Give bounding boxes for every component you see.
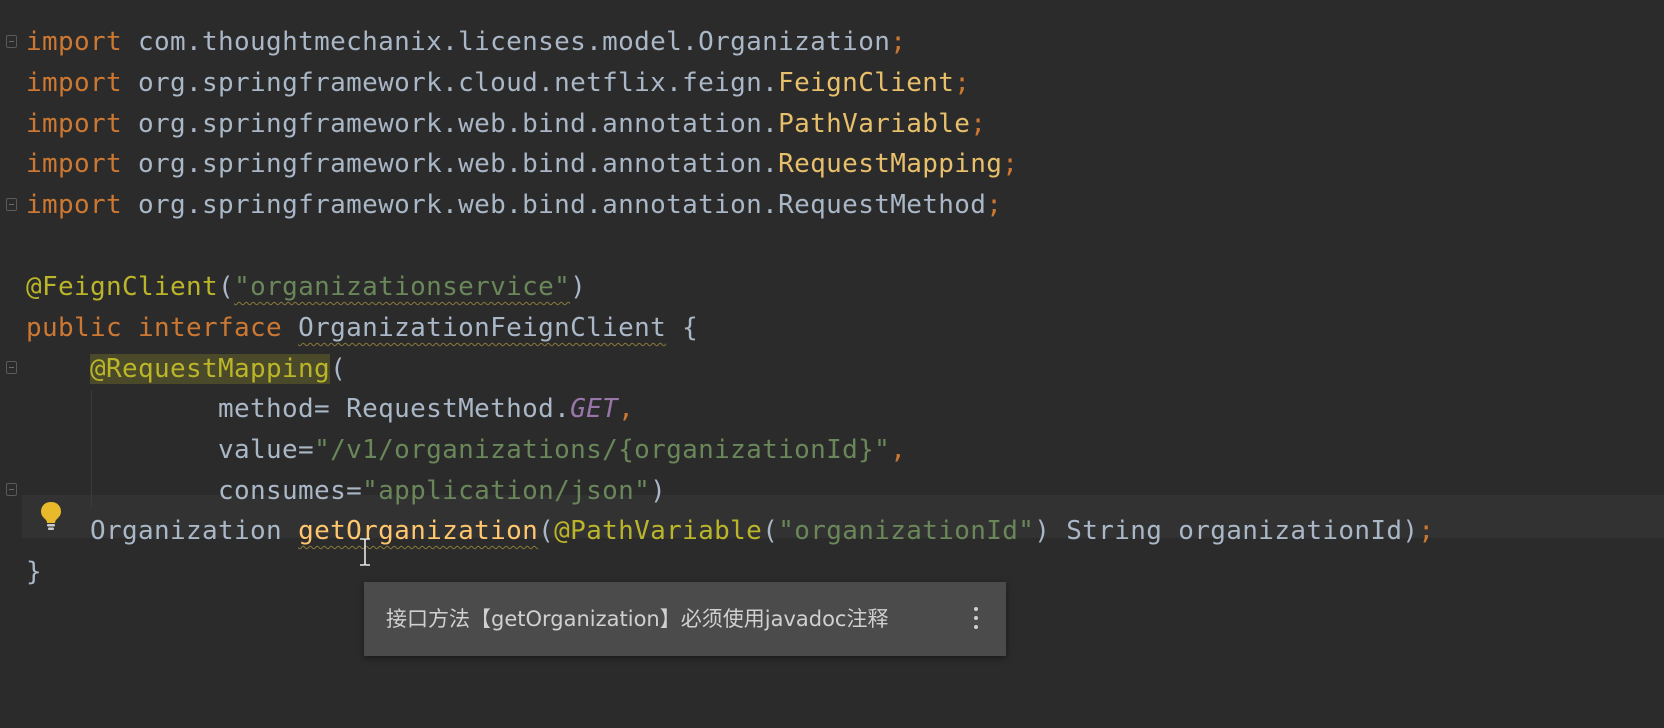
code-token: ) String organizationId) — [1034, 516, 1419, 546]
code-line[interactable]: import org.springframework.cloud.netflix… — [26, 62, 970, 105]
code-token: org.springframework.cloud.netflix.feign. — [122, 68, 779, 98]
code-token: import — [26, 68, 123, 98]
code-token: ; — [954, 68, 971, 98]
code-line[interactable]: } — [26, 551, 42, 594]
code-line[interactable]: import com.thoughtmechanix.licenses.mode… — [26, 21, 906, 64]
tooltip-message: 接口方法【getOrganization】必须使用javadoc注释 — [386, 607, 889, 631]
code-token: value= — [26, 435, 315, 465]
code-line[interactable]: import org.springframework.web.bind.anno… — [26, 184, 1002, 227]
code-token: method= RequestMethod. — [26, 394, 571, 424]
editor-gutter — [0, 0, 22, 728]
code-token: ; — [890, 27, 907, 57]
fold-marker-icon[interactable] — [6, 361, 17, 374]
code-token: ; — [1002, 149, 1019, 179]
fold-marker-icon[interactable] — [6, 35, 17, 48]
code-token: RequestMethod — [778, 190, 987, 220]
code-token: import — [26, 109, 123, 139]
fold-marker-icon[interactable] — [6, 483, 17, 496]
code-token: "/v1/organizations/{organizationId}" — [314, 435, 891, 465]
code-token: "organizationId" — [778, 516, 1035, 546]
code-token: consumes= — [26, 476, 363, 506]
code-token: @FeignClient — [26, 272, 219, 302]
code-token: ) — [570, 272, 587, 302]
code-line[interactable]: @FeignClient("organizationservice") — [26, 266, 586, 309]
code-token: GET — [570, 394, 619, 424]
code-line[interactable]: Organization getOrganization(@PathVariab… — [26, 510, 1434, 553]
code-token: { — [666, 313, 699, 343]
code-token: import — [26, 190, 123, 220]
code-token: Organization — [698, 27, 891, 57]
code-token: , — [618, 394, 635, 424]
code-token: ( — [218, 272, 235, 302]
code-line[interactable]: @RequestMapping( — [26, 348, 346, 391]
code-token: import — [26, 149, 123, 179]
code-token: ) — [650, 476, 667, 506]
code-token: PathVariable — [778, 109, 971, 139]
code-token: @RequestMapping — [90, 354, 331, 384]
code-line[interactable]: consumes="application/json") — [26, 470, 666, 513]
code-token: "application/json" — [362, 476, 651, 506]
code-token: ; — [986, 190, 1003, 220]
code-line[interactable]: import org.springframework.web.bind.anno… — [26, 103, 986, 146]
code-token: org.springframework.web.bind.annotation. — [122, 149, 779, 179]
code-token: Organization — [26, 516, 299, 546]
code-token: @PathVariable — [554, 516, 763, 546]
code-token: public interface — [26, 313, 299, 343]
code-token: com.thoughtmechanix.licenses.model. — [122, 27, 699, 57]
code-token: OrganizationFeignClient — [298, 313, 667, 343]
code-line[interactable]: import org.springframework.web.bind.anno… — [26, 143, 1018, 186]
code-token: org.springframework.web.bind.annotation. — [122, 190, 779, 220]
code-line[interactable]: public interface OrganizationFeignClient… — [26, 307, 698, 350]
code-token: FeignClient — [778, 68, 955, 98]
code-token: , — [890, 435, 907, 465]
lightbulb-icon[interactable] — [38, 500, 64, 532]
code-token: ; — [970, 109, 987, 139]
fold-marker-icon[interactable] — [6, 198, 17, 211]
text-cursor-icon — [360, 538, 370, 566]
code-line[interactable]: method= RequestMethod.GET, — [26, 388, 634, 431]
inspection-tooltip[interactable]: 接口方法【getOrganization】必须使用javadoc注释 — [364, 582, 1006, 656]
code-token: org.springframework.web.bind.annotation. — [122, 109, 779, 139]
code-token: getOrganization — [298, 516, 539, 546]
code-token: ( — [762, 516, 779, 546]
code-token: ( — [330, 354, 347, 384]
code-editor[interactable]: import com.thoughtmechanix.licenses.mode… — [0, 0, 1664, 728]
code-token: } — [26, 557, 43, 587]
code-token: import — [26, 27, 123, 57]
code-line[interactable]: value="/v1/organizations/{organizationId… — [26, 429, 906, 472]
more-vertical-icon[interactable] — [968, 604, 984, 634]
code-token: ; — [1418, 516, 1435, 546]
code-token: ( — [538, 516, 555, 546]
code-token: "organizationservice" — [234, 272, 571, 302]
code-token: RequestMapping — [778, 149, 1003, 179]
